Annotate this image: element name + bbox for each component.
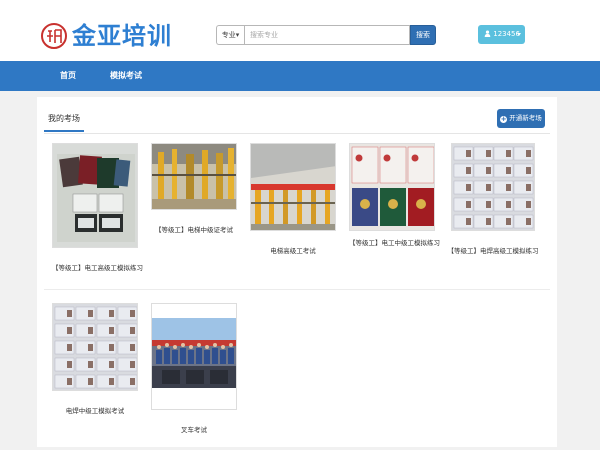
add-exam-button[interactable]: + 开通新考场 [497,109,545,128]
certificates-photo [53,144,137,247]
exam-thumbnail[interactable] [52,143,138,248]
header: 金亚培训 专业▾ 搜索 123456 [0,0,600,61]
exam-title[interactable]: 【等级工】电焊高级工模拟练习 [446,245,540,255]
exam-title[interactable]: 【等级工】电工中级工模拟练习 [349,237,440,247]
exam-thumbnail[interactable] [451,143,535,231]
search-button[interactable]: 搜索 [410,25,436,45]
search-input[interactable] [244,25,410,45]
username-label: 123456 [493,30,520,38]
exam-thumbnail[interactable] [151,143,237,210]
main-navbar: 首页 模拟考试 [0,61,600,91]
factory-photo [251,144,335,230]
exam-thumbnail[interactable] [349,143,435,231]
exam-title[interactable]: 电梯高级工考试 [250,245,336,255]
id-cards [452,144,534,230]
workshop-photo [152,144,236,209]
add-exam-label: 开通新考场 [509,114,542,122]
panel-divider [44,133,550,134]
row-divider [44,289,550,290]
exam-thumbnail[interactable] [151,303,237,410]
exam-thumbnail[interactable] [52,303,138,391]
nav-item-home[interactable]: 首页 [60,61,76,91]
nav-item-mock-exam[interactable]: 模拟考试 [110,61,142,91]
exam-title[interactable]: 电焊中级工模拟考试 [52,405,138,415]
active-tab-indicator [44,130,84,132]
exam-thumbnail[interactable] [250,143,336,231]
exam-title[interactable]: 【等级工】电梯中级证考试 [151,224,237,234]
chevron-down-icon: ▾ [235,31,240,39]
tab-my-exams[interactable]: 我的考场 [48,113,80,124]
user-icon [484,30,491,37]
logo-icon [41,23,67,49]
plus-circle-icon: + [500,115,508,123]
caret-down-icon [517,33,521,36]
user-menu-button[interactable]: 123456 [478,25,525,44]
group-photo [152,304,236,409]
certificate-pages [350,144,434,230]
search-category-label: 专业 [221,31,236,39]
exam-title[interactable]: 【等级工】电工高级工模拟练习 [52,262,143,272]
logo-text: 金亚培训 [72,22,172,50]
search-category-select[interactable]: 专业▾ [216,25,244,45]
id-cards [53,304,137,390]
exam-title[interactable]: 叉车考试 [151,424,237,434]
